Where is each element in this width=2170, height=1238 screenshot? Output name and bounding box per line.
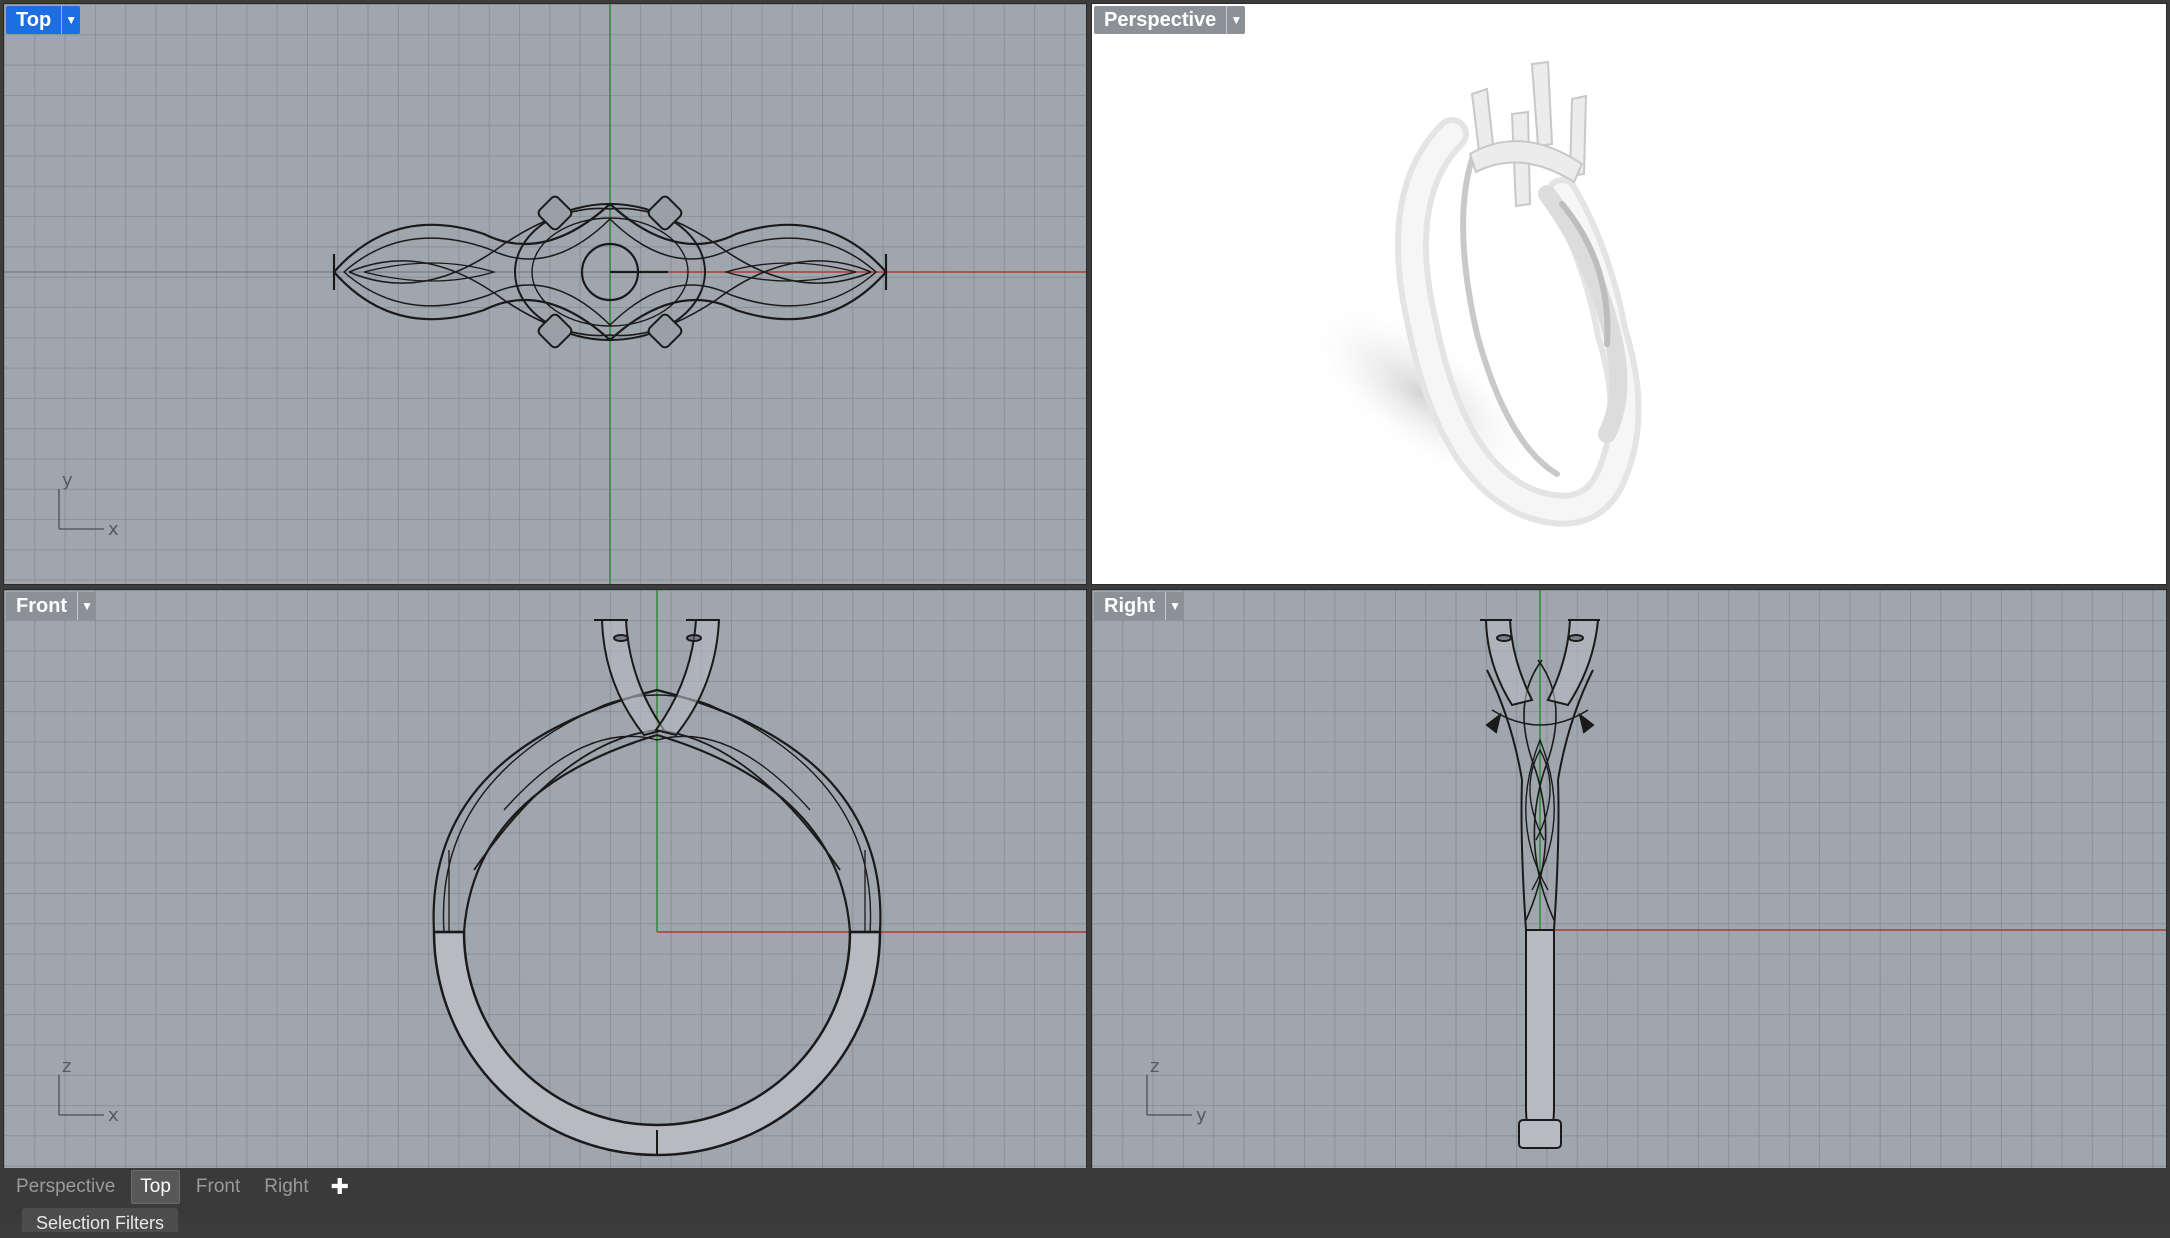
viewport-label: Right bbox=[1104, 595, 1156, 617]
viewport-tab-front[interactable]: Front ▼ bbox=[6, 592, 97, 620]
viewport-top[interactable]: Top ▼ y x bbox=[3, 3, 1087, 585]
chevron-down-icon[interactable]: ▼ bbox=[1226, 6, 1245, 34]
axis-label-y: y bbox=[62, 470, 73, 491]
axis-label-z: z bbox=[62, 1056, 71, 1077]
top-view-scene: y x bbox=[4, 4, 1086, 584]
chevron-down-icon[interactable]: ▼ bbox=[1165, 592, 1184, 620]
viewport-label: Top bbox=[16, 9, 52, 31]
selection-filters-tab[interactable]: Selection Filters bbox=[22, 1208, 179, 1233]
viewport-label: Perspective bbox=[1104, 9, 1217, 31]
viewport-perspective[interactable]: Perspective ▼ bbox=[1091, 3, 2167, 585]
ring-render bbox=[1302, 60, 1642, 527]
front-view-scene: z x bbox=[58, 590, 1086, 1157]
viewport-label: Front bbox=[16, 595, 68, 617]
viewport-front[interactable]: Front ▼ z x bbox=[3, 589, 1087, 1169]
chevron-down-icon[interactable]: ▼ bbox=[77, 592, 96, 620]
viewport-tab-perspective[interactable]: Perspective ▼ bbox=[1094, 6, 1246, 34]
axis-widget bbox=[58, 1075, 104, 1116]
tab-right[interactable]: Right bbox=[256, 1171, 316, 1203]
axis-label-x: x bbox=[108, 1105, 119, 1126]
viewport-tab-top[interactable]: Top ▼ bbox=[6, 6, 81, 34]
tab-front[interactable]: Front bbox=[188, 1171, 248, 1203]
right-view-scene: z y bbox=[1146, 590, 2166, 1149]
plus-icon[interactable]: ✚ bbox=[331, 1174, 349, 1200]
tab-top[interactable]: Top bbox=[131, 1170, 180, 1204]
viewport-right[interactable]: Right ▼ z y bbox=[1091, 589, 2167, 1169]
ring-right-shank bbox=[1518, 929, 1562, 1149]
viewport-tabs: Perspective Top Front Right ✚ bbox=[0, 1168, 349, 1206]
viewport-tab-bar: Perspective Top Front Right ✚ Selection … bbox=[0, 1168, 2170, 1233]
viewport-tab-right[interactable]: Right ▼ bbox=[1094, 592, 1185, 620]
tab-perspective[interactable]: Perspective bbox=[8, 1171, 123, 1203]
chevron-down-icon[interactable]: ▼ bbox=[61, 6, 80, 34]
axis-label-x: x bbox=[108, 519, 119, 540]
ring-front-shank bbox=[432, 930, 882, 1157]
axis-label-y: y bbox=[1196, 1105, 1207, 1126]
axis-label-z: z bbox=[1150, 1056, 1159, 1077]
axis-widget bbox=[1146, 1075, 1192, 1116]
axis-widget bbox=[58, 489, 104, 530]
